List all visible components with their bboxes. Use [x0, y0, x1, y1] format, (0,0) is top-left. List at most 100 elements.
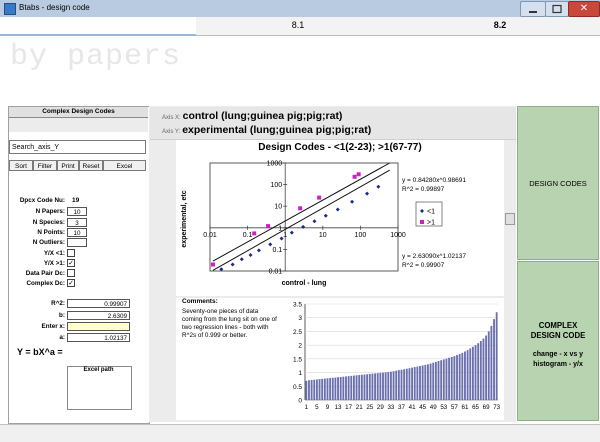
- excel-path-label: Excel path: [83, 367, 114, 373]
- histogram-bar: [482, 338, 485, 400]
- x-axis-label: control - lung: [282, 280, 327, 287]
- hist-y-tick-label: 0: [298, 398, 302, 405]
- histogram-bar: [487, 331, 490, 400]
- n-points-field[interactable]: 10: [67, 228, 87, 237]
- n-papers-field[interactable]: 10: [67, 207, 87, 216]
- watermark-banner: by papers: [10, 40, 182, 74]
- tab-8-1[interactable]: 8.1: [196, 17, 401, 34]
- tab-8-2[interactable]: 8.2: [400, 17, 600, 34]
- histogram-bar: [318, 379, 321, 400]
- histogram-bar: [495, 312, 498, 400]
- histogram-bar: [371, 373, 374, 400]
- histogram-bar: [411, 367, 413, 400]
- hist-x-tick-label: 41: [409, 404, 416, 411]
- histogram-bar: [477, 343, 480, 400]
- a-field[interactable]: 1.02137: [67, 333, 130, 342]
- complex-dc-checkbox[interactable]: ✓: [67, 279, 75, 287]
- histogram-bar: [397, 370, 400, 400]
- axis-x-tag: Axis X:: [162, 115, 181, 121]
- axis-x-value: control (lung;guinea pig;pig;rat): [182, 110, 343, 122]
- histogram-bar: [374, 373, 376, 400]
- complex-sub-2: histogram - y/x: [533, 361, 583, 368]
- histogram-bar: [390, 371, 392, 400]
- filter-button[interactable]: Filter: [33, 160, 57, 171]
- histogram-bar: [379, 372, 382, 400]
- checkbox-label: Complex Dc:: [26, 280, 66, 287]
- histogram-bar: [358, 375, 361, 400]
- value-label: Enter x:: [41, 323, 65, 330]
- yx-gt1-checkbox[interactable]: ✓: [67, 259, 75, 267]
- hist-x-tick-label: 5: [315, 404, 319, 411]
- histogram-bar: [323, 378, 326, 400]
- n-outliers-field[interactable]: [67, 238, 87, 247]
- minimize-button[interactable]: [520, 1, 546, 17]
- data-point-gt1: [252, 231, 257, 236]
- comments-label: Comments:: [182, 298, 218, 305]
- histogram-bar: [490, 325, 493, 400]
- b-field[interactable]: 2.6309: [67, 311, 130, 320]
- x-tick-label: 1: [283, 232, 287, 239]
- histogram-bar: [368, 373, 371, 400]
- sort-button[interactable]: Sort: [9, 160, 33, 171]
- plot-area: [209, 162, 399, 272]
- histogram-bar: [345, 376, 347, 400]
- histogram-bar: [392, 371, 395, 400]
- field-label: N Outliers:: [32, 239, 65, 246]
- histogram-bar: [440, 360, 443, 400]
- checkbox-label: Y/X <1:: [43, 250, 65, 257]
- histogram-bar: [329, 378, 332, 400]
- checkbox-label: Data Pair Dc:: [25, 270, 65, 277]
- scrollbar-thumb[interactable]: [505, 213, 515, 225]
- hist-y-tick-label: 1: [298, 370, 302, 377]
- data-point-gt1: [210, 262, 215, 267]
- search-input[interactable]: Search_axis_Y: [9, 140, 146, 154]
- n-species-field[interactable]: 3: [67, 218, 87, 227]
- histogram-bar: [313, 379, 316, 400]
- histogram-bar: [405, 368, 408, 400]
- histogram-bar: [331, 377, 334, 400]
- hist-x-tick-label: 25: [366, 404, 373, 411]
- hist-x-tick-label: 33: [387, 404, 394, 411]
- histogram-chart: 00.511.522.533.51 5 9 13 17 21 25 29 33 37 41 45 49 5…: [293, 302, 501, 412]
- tab-blank[interactable]: [0, 17, 197, 34]
- histogram-bar: [342, 376, 345, 400]
- histogram-bar: [479, 341, 482, 400]
- histogram-bar: [471, 346, 474, 400]
- histogram-bar: [450, 356, 453, 400]
- close-button[interactable]: ✕: [568, 1, 600, 17]
- histogram-bar: [434, 361, 437, 400]
- hist-x-tick-label: 61: [462, 404, 469, 411]
- histogram-bar: [429, 363, 432, 400]
- maximize-button[interactable]: [545, 1, 569, 17]
- x-tick-label: 0.1: [243, 232, 253, 239]
- histogram-bar: [445, 358, 448, 400]
- y-tick-label: 0.01: [269, 269, 283, 276]
- histogram-bar: [442, 359, 445, 400]
- design-codes-button[interactable]: DESIGN CODES: [517, 106, 599, 260]
- hist-x-tick-label: 21: [356, 404, 363, 411]
- histogram-bar: [474, 345, 477, 400]
- reset-button[interactable]: Reset: [79, 160, 103, 171]
- x-tick-label: 10: [319, 232, 327, 239]
- excel-button[interactable]: Excel: [103, 160, 146, 171]
- value-label: b:: [59, 312, 65, 319]
- histogram-bar: [448, 357, 451, 400]
- data-pair-checkbox[interactable]: [67, 269, 75, 277]
- complex-design-code-button[interactable]: [517, 261, 599, 421]
- app-icon: [4, 3, 16, 15]
- histogram-bar: [413, 367, 416, 400]
- histogram-bar: [366, 374, 369, 400]
- histogram-bar: [400, 369, 403, 400]
- maximize-icon: [552, 4, 562, 14]
- histogram-bar: [350, 375, 353, 400]
- hist-x-tick-label: 57: [451, 404, 458, 411]
- hist-x-tick-label: 53: [440, 404, 447, 411]
- histogram-bar: [421, 365, 424, 400]
- field-label: N Points:: [37, 229, 65, 236]
- histogram-bar: [493, 319, 495, 400]
- print-button[interactable]: Print: [57, 160, 79, 171]
- enter-x-field[interactable]: [67, 322, 130, 331]
- r-squared-field[interactable]: 0.99907: [67, 299, 130, 308]
- yx-lt1-checkbox[interactable]: [67, 249, 75, 257]
- histogram-bar: [382, 372, 384, 400]
